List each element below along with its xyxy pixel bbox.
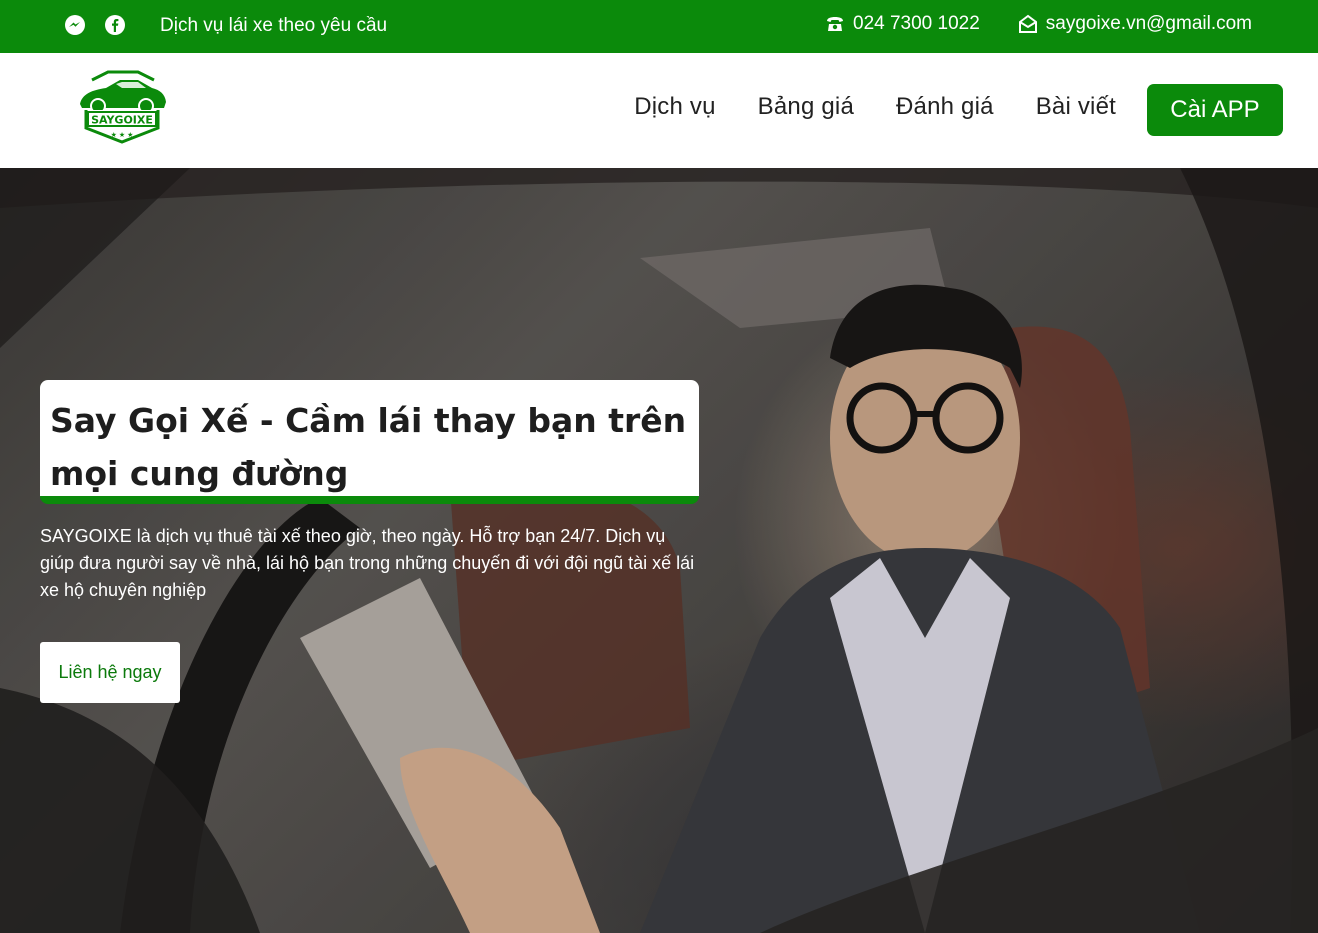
nav-item-services[interactable]: Dịch vụ [634,93,715,121]
nav-item-pricing[interactable]: Bảng giá [758,93,854,121]
contact-now-button[interactable]: Liên hệ ngay [40,642,180,703]
email-address[interactable]: saygoixe.vn@gmail.com [1046,13,1252,35]
phone-icon [825,15,845,33]
social-links [64,14,126,36]
nav-item-reviews[interactable]: Đánh giá [896,93,994,121]
hero-title: Say Gọi Xế - Cầm lái thay bạn trên mọi c… [50,401,687,493]
messenger-icon[interactable] [64,14,86,36]
top-bar: Dịch vụ lái xe theo yêu cầu 024 7300 102… [0,0,1318,53]
hero-section: Say Gọi Xế - Cầm lái thay bạn trên mọi c… [0,168,1318,933]
facebook-icon[interactable] [104,14,126,36]
svg-text:★ ★ ★: ★ ★ ★ [111,131,134,139]
contact-info: 024 7300 1022 saygoixe.vn@gmail.com [825,13,1252,35]
install-app-button[interactable]: Cài APP [1147,84,1283,136]
hero-title-card: Say Gọi Xế - Cầm lái thay bạn trên mọi c… [40,380,699,504]
logo-text: SAYGOIXE [91,114,153,127]
site-logo[interactable]: SAYGOIXE ★ ★ ★ [76,70,168,144]
envelope-icon [1018,14,1038,34]
nav-item-articles[interactable]: Bài viết [1036,93,1116,121]
hero-description: SAYGOIXE là dịch vụ thuê tài xế theo giờ… [40,526,695,600]
tagline: Dịch vụ lái xe theo yêu cầu [160,15,388,36]
main-header: SAYGOIXE ★ ★ ★ Dịch vụ Bảng giá Đánh giá… [0,53,1318,168]
main-nav: Dịch vụ Bảng giá Đánh giá Bài viết [634,93,1116,121]
phone-number[interactable]: 024 7300 1022 [853,13,980,35]
